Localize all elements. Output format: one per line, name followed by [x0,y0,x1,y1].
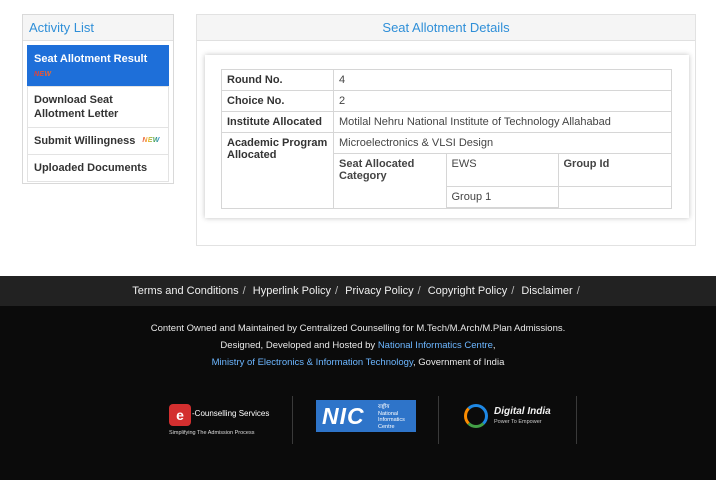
new-badge-icon: NEW [142,134,159,148]
program-value: Microelectronics & VLSI Design [334,133,671,154]
footer-text: Content Owned and Maintained by Centrali… [0,306,716,371]
table-row: Institute Allocated Motilal Nehru Nation… [221,111,672,133]
institute-label: Institute Allocated [221,111,334,133]
footer-ministry-suffix: , Government of India [413,357,505,368]
e-counselling-icon: e [169,404,191,426]
category-value: EWS [445,154,559,187]
logo-divider [576,396,577,444]
category-table: Seat Allocated Category EWS Group Id Gro… [334,154,671,208]
logo-divider [292,396,293,444]
nic-logo-subtext: राष्ट्रीय National Informatics Centre [378,404,405,430]
menu-item-seat-allotment-result[interactable]: Seat Allotment Result NEW [27,45,169,87]
hyperlink-policy-link[interactable]: Hyperlink Policy [253,285,331,297]
privacy-policy-link[interactable]: Privacy Policy [345,285,413,297]
footer-line-ownership: Content Owned and Maintained by Centrali… [150,323,566,334]
menu-item-label: Submit Willingness [34,135,136,147]
table-row: Seat Allocated Category EWS Group Id [334,154,671,187]
meity-link[interactable]: Ministry of Electronics & Information Te… [212,357,413,368]
category-label: Seat Allocated Category [334,154,447,186]
program-cell: Microelectronics & VLSI Design Seat Allo… [333,132,672,209]
footer-main: Content Owned and Maintained by Centrali… [0,306,716,480]
separator: / [335,285,339,297]
disclaimer-link[interactable]: Disclaimer [521,285,572,297]
new-badge-icon: NEW [34,68,162,82]
footer-links-bar: Terms and Conditions / Hyperlink Policy / … [0,276,716,306]
group-value: Group 1 [445,185,559,208]
details-card: Round No. 4 Choice No. 2 Institute Alloc… [205,55,689,218]
logo-divider [438,396,439,444]
copyright-policy-link[interactable]: Copyright Policy [428,285,507,297]
digital-india-icon [464,404,488,428]
e-counselling-title: -Counselling Services [192,409,270,418]
menu-item-download-letter[interactable]: Download Seat Allotment Letter [27,86,169,128]
separator: / [242,285,246,297]
table-row: Round No. 4 [221,69,672,91]
footer-line-hosted: Designed, Developed and Hosted by Nation… [0,337,716,354]
e-counselling-logo[interactable]: e -Counselling Services Simplifying The … [166,396,276,452]
footer-hosted-suffix: , [492,340,496,351]
menu-item-submit-willingness[interactable]: Submit Willingness NEW [27,127,169,156]
activity-menu: Seat Allotment Result NEW Download Seat … [23,41,173,183]
activity-sidebar: Activity List Seat Allotment Result NEW … [22,14,174,184]
e-counselling-tagline: Simplifying The Admission Process [169,430,255,436]
program-label: Academic Program Allocated [221,132,334,209]
group-label: Group Id [557,154,671,187]
terms-link[interactable]: Terms and Conditions [132,285,238,297]
allotment-details-table: Round No. 4 Choice No. 2 Institute Alloc… [221,69,672,209]
menu-item-label: Download Seat Allotment Letter [34,94,119,120]
nic-logo[interactable]: NIC राष्ट्रीय National Informatics Centr… [316,396,416,452]
separator: / [576,285,580,297]
nic-logo-box: NIC राष्ट्रीय National Informatics Centr… [316,400,416,432]
footer-line-ministry: Ministry of Electronics & Information Te… [0,354,716,371]
seat-allotment-panel: Seat Allotment Details Round No. 4 Choic… [196,14,696,246]
digital-india-title: Digital India [494,406,551,417]
separator: / [417,285,421,297]
round-label: Round No. [221,69,334,91]
nic-link[interactable]: National Informatics Centre [378,340,493,351]
sidebar-title: Activity List [23,15,173,41]
menu-item-label: Uploaded Documents [34,162,148,175]
choice-value: 2 [333,90,672,112]
menu-item-uploaded-documents[interactable]: Uploaded Documents [27,154,169,183]
digital-india-tagline: Power To Empower [494,419,542,425]
choice-label: Choice No. [221,90,334,112]
table-row: Choice No. 2 [221,90,672,112]
nic-logo-text: NIC [322,403,365,429]
table-row: Academic Program Allocated Microelectron… [221,132,672,209]
round-value: 4 [333,69,672,91]
nic-sub-centre: Centre [378,423,395,430]
menu-item-label: Seat Allotment Result [34,53,148,65]
footer-hosted-prefix: Designed, Developed and Hosted by [220,340,378,351]
separator: / [511,285,515,297]
table-row: Group 1 [334,185,671,208]
footer-logos: e -Counselling Services Simplifying The … [0,396,716,456]
digital-india-logo[interactable]: Digital India Power To Empower [462,396,562,452]
institute-value: Motilal Nehru National Institute of Tech… [333,111,672,133]
panel-title: Seat Allotment Details [197,15,695,41]
nic-sub-informatics: Informatics [378,417,405,423]
